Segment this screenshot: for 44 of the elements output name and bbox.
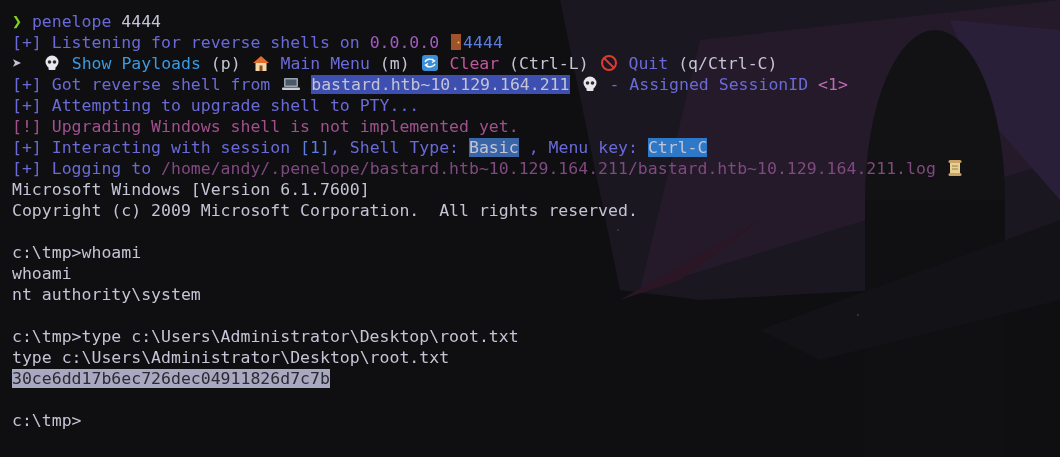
terminal-text: Quit	[627, 54, 669, 73]
terminal-text: [!] Upgrading Windows shell is not implemented yet.	[12, 117, 519, 136]
terminal-text: Copyright (c) 2009 Microsoft Corporation. All rights reserved.	[12, 201, 638, 220]
terminal-text: (p)	[209, 54, 242, 73]
terminal-text: ❯	[12, 12, 23, 31]
terminal-text: [1]	[300, 138, 330, 157]
terminal-text: 0.0.0.0	[369, 33, 441, 52]
terminal-text: c:\tmp>whoami	[12, 243, 142, 262]
terminal-text: nt authority\system	[12, 285, 201, 304]
terminal-text: (q/Ctrl-C)	[677, 54, 778, 73]
terminal-text: [+] Logging to	[12, 159, 153, 178]
prohibited-icon	[599, 54, 618, 72]
highlighted-text: Basic	[469, 138, 519, 157]
terminal-text: c:\tmp>	[12, 411, 82, 430]
highlighted-text: bastard.htb~10.129.164.211	[311, 75, 570, 94]
terminal-text: 4444	[121, 12, 162, 31]
terminal-text: (Ctrl-L)	[508, 54, 590, 73]
terminal-text: (m)	[378, 54, 411, 73]
terminal-text: - Assigned SessionID	[608, 75, 810, 94]
terminal-text: penelope	[31, 12, 113, 31]
terminal-text: Show Payloads	[70, 54, 201, 73]
terminal-text: <1>	[818, 75, 848, 94]
scroll-icon	[946, 159, 963, 177]
house-icon	[251, 54, 270, 72]
terminal-text: c:\tmp>type c:\Users\Administrator\Desktop\root.txt	[12, 327, 519, 346]
terminal-text: , Menu key:	[528, 138, 639, 157]
terminal-text: ➤	[12, 54, 23, 73]
terminal-text: , Shell Type:	[329, 138, 461, 157]
terminal-text: Microsoft Windows [Version 6.1.7600]	[12, 180, 370, 199]
refresh-icon	[420, 54, 439, 72]
terminal-text: Main Menu	[279, 54, 370, 73]
terminal-text: type c:\Users\Administrator\Desktop\root.txt	[12, 348, 450, 367]
terminal-text: [+] Got reverse shell from	[12, 75, 272, 94]
door-icon	[450, 33, 463, 51]
highlighted-text: 30ce6dd17b6ec726dec04911826d7c7b	[12, 369, 330, 388]
terminal-text: Clear	[448, 54, 500, 73]
laptop-icon	[281, 76, 302, 92]
terminal-text: /home/andy/.penelope/bastard.htb~10.129.164.211/bastard.htb~10.129.164.211.log	[161, 159, 937, 178]
terminal-text: 4444	[463, 33, 503, 52]
terminal-text: [+] Attempting to upgrade shell to PTY...	[12, 96, 420, 115]
terminal-text: [+] Listening for reverse shells on	[12, 33, 361, 52]
terminal-text: whoami	[12, 264, 72, 283]
terminal-text: [+] Interacting with session	[12, 138, 292, 157]
highlighted-text: Ctrl-C	[647, 138, 708, 157]
